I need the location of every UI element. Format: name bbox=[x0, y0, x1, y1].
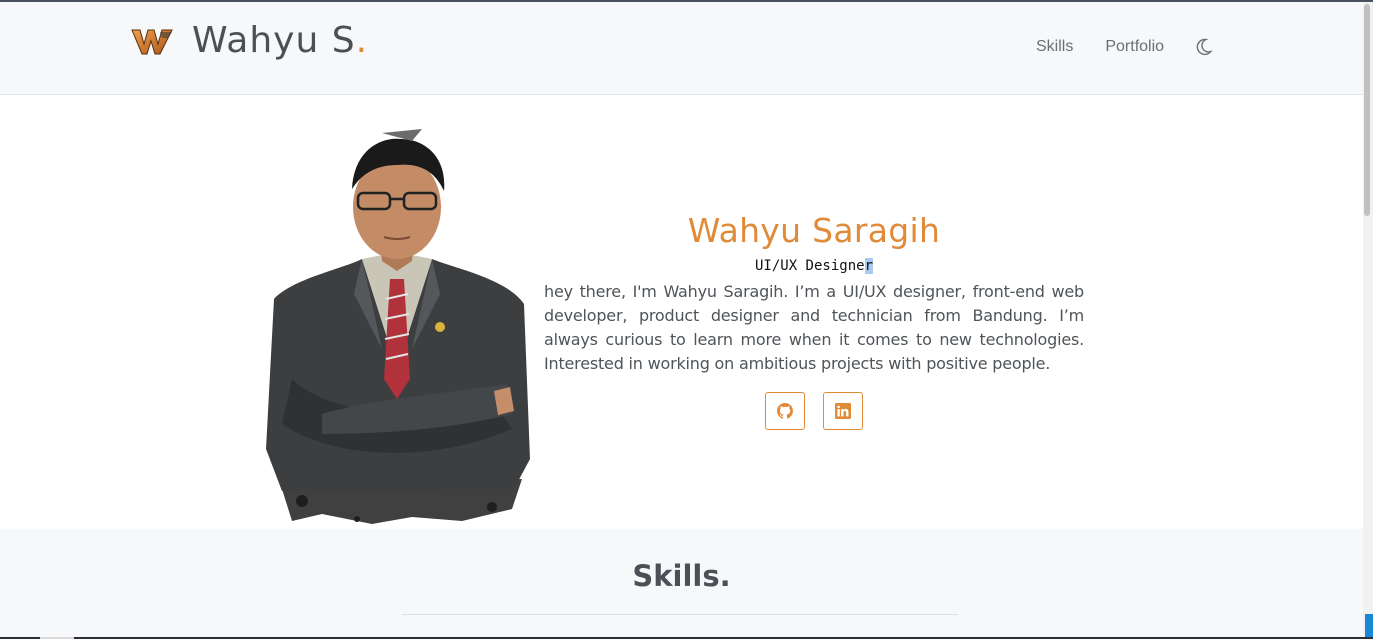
hero-name: Wahyu Saragih bbox=[687, 211, 941, 250]
moon-icon[interactable] bbox=[1196, 38, 1213, 56]
nav-links: Skills Portfolio bbox=[1036, 38, 1213, 56]
nav-link-portfolio[interactable]: Portfolio bbox=[1105, 38, 1164, 56]
nav-link-skills[interactable]: Skills bbox=[1036, 38, 1073, 56]
skills-title: Skills. bbox=[632, 559, 731, 593]
profile-photo bbox=[266, 129, 530, 524]
hero-text: Wahyu Saragih UI/UX Designer hey there, … bbox=[544, 211, 1084, 430]
brand[interactable]: Wahyu S. bbox=[130, 20, 368, 61]
typing-caret: r bbox=[864, 258, 873, 274]
social-links bbox=[544, 392, 1084, 430]
skills-divider bbox=[402, 614, 958, 615]
skills-section: Skills. bbox=[0, 529, 1363, 639]
linkedin-icon bbox=[835, 403, 851, 419]
page: Wahyu S. Skills Portfolio Wahyu Saragih … bbox=[0, 0, 1373, 639]
brand-logo bbox=[131, 29, 173, 54]
brand-name: Wahyu S. bbox=[192, 20, 369, 61]
github-button[interactable] bbox=[765, 392, 805, 430]
navbar: Wahyu S. Skills Portfolio bbox=[0, 2, 1363, 95]
scroll-accent bbox=[1365, 614, 1373, 639]
github-icon bbox=[777, 403, 793, 419]
hero-bio: hey there, I'm Wahyu Saragih. I’m a UI/U… bbox=[544, 282, 1084, 373]
hero-section: Wahyu Saragih UI/UX Designer hey there, … bbox=[0, 95, 1363, 529]
scrollbar[interactable] bbox=[1363, 2, 1373, 639]
linkedin-button[interactable] bbox=[823, 392, 863, 430]
scrollbar-thumb[interactable] bbox=[1364, 4, 1370, 216]
hero-role: UI/UX Designer bbox=[754, 258, 873, 274]
brand-dot: . bbox=[355, 20, 369, 61]
